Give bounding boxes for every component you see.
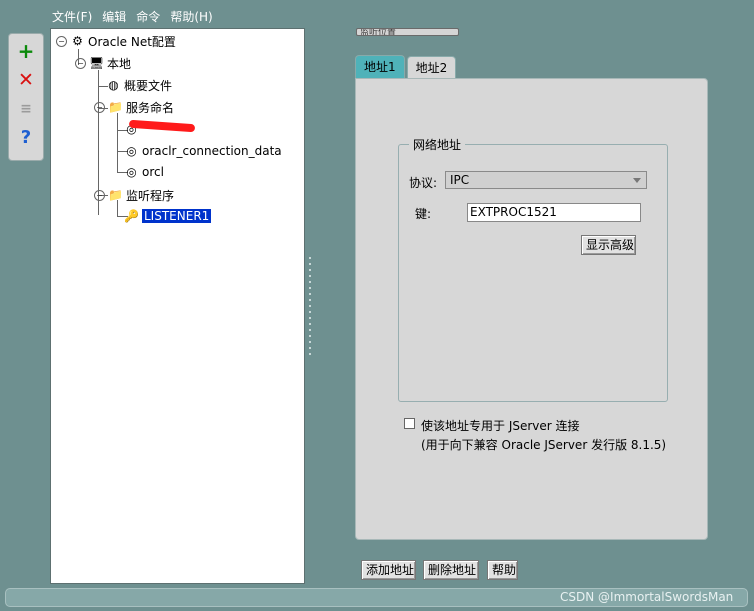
protocol-select[interactable]: IPC [445,171,647,189]
tree-connector [117,113,118,172]
database-icon: ◎ [126,144,137,158]
tab-address-2[interactable]: 地址2 [406,56,457,79]
tree-local[interactable]: − 🖥 本地 [75,54,131,72]
collapse-icon[interactable]: − [94,189,105,201]
network-address-group: 网络地址 协议: IPC 键: EXTPROC1521 显示高级 [398,136,668,402]
menu-command[interactable]: 命令 [136,8,160,26]
menu-file[interactable]: 文件(F) [52,8,92,26]
jserver-compatibility-note: (用于向下兼容 Oracle JServer 发行版 8.1.5) [421,438,667,452]
jserver-checkbox-label: 使该地址专用于 JServer 连接 [421,419,580,433]
delete-icon[interactable]: ✕ [14,69,38,91]
collapse-icon[interactable]: − [75,57,86,69]
network-icon: ⚙ [72,34,83,48]
menu-help[interactable]: 帮助(H) [170,8,212,26]
test-connection-icon[interactable]: ≡ [14,98,38,120]
tree-service-naming[interactable]: − 📁 服务命名 [94,98,174,116]
tree-profile[interactable]: ◍ 概要文件 [106,76,172,94]
tree-profile-label: 概要文件 [124,78,173,93]
tree-listener1[interactable]: 🔑 LISTENER1 [124,207,213,225]
folder-icon: 📁 [108,100,123,114]
add-address-button[interactable]: 添加地址 [361,560,416,580]
jserver-checkbox[interactable] [404,418,415,429]
protocol-label: 协议: [409,176,438,190]
profile-icon: ◍ [108,78,119,92]
tree-service-orcl-label: orcl [142,165,164,179]
tree-local-label: 本地 [107,56,132,71]
listener-location-header: 监听位置 [356,28,459,36]
network-address-title: 网络地址 [409,136,466,153]
tree-service-naming-label: 服务命名 [126,100,175,115]
tree-service-orcl[interactable]: ◎ orcl [124,163,164,181]
key-input[interactable]: EXTPROC1521 [467,203,641,222]
delete-address-button[interactable]: 删除地址 [423,560,479,580]
help-button[interactable]: 帮助 [487,560,518,580]
network-tree-panel[interactable]: − ⚙ Oracle Net配置 − 🖥 本地 ◍ 概要文件 − 📁 服务命名 … [50,28,305,584]
tree-root-label: Oracle Net配置 [88,34,176,49]
menu-bar: 文件(F) 编辑 命令 帮助(H) [52,8,213,26]
collapse-icon[interactable]: − [56,35,67,47]
tree-listeners-label: 监听程序 [126,188,175,203]
tree-service-oraclr-label: oraclr_connection_data [142,144,282,158]
protocol-value: IPC [450,173,470,187]
add-icon[interactable]: + [14,40,38,62]
database-icon: ◎ [126,165,137,179]
tree-listeners[interactable]: − 📁 监听程序 [94,186,174,204]
address-panel: 网络地址 协议: IPC 键: EXTPROC1521 显示高级 使该地址专用于… [355,78,708,540]
splitter-handle[interactable] [309,255,311,355]
computer-icon: 🖥 [88,56,105,70]
key-icon: 🔑 [124,209,139,223]
show-advanced-button[interactable]: 显示高级 [581,235,636,255]
address-tabs: 地址1 地址2 [355,55,457,79]
menu-edit[interactable]: 编辑 [102,8,126,26]
collapse-icon[interactable]: − [94,101,105,113]
chevron-down-icon [633,178,641,183]
tree-root[interactable]: − ⚙ Oracle Net配置 [56,32,176,50]
tree-service-oraclr[interactable]: ◎ oraclr_connection_data [124,142,282,160]
help-icon[interactable]: ? [14,127,38,149]
tree-listener1-label: LISTENER1 [140,208,213,224]
csdn-watermark: CSDN @ImmortalSwordsMan [560,590,734,604]
key-label: 键: [415,207,432,221]
left-toolbar: + ✕ ≡ ? [8,33,44,161]
tab-address-1[interactable]: 地址1 [355,55,405,78]
folder-icon: 📁 [108,188,123,202]
